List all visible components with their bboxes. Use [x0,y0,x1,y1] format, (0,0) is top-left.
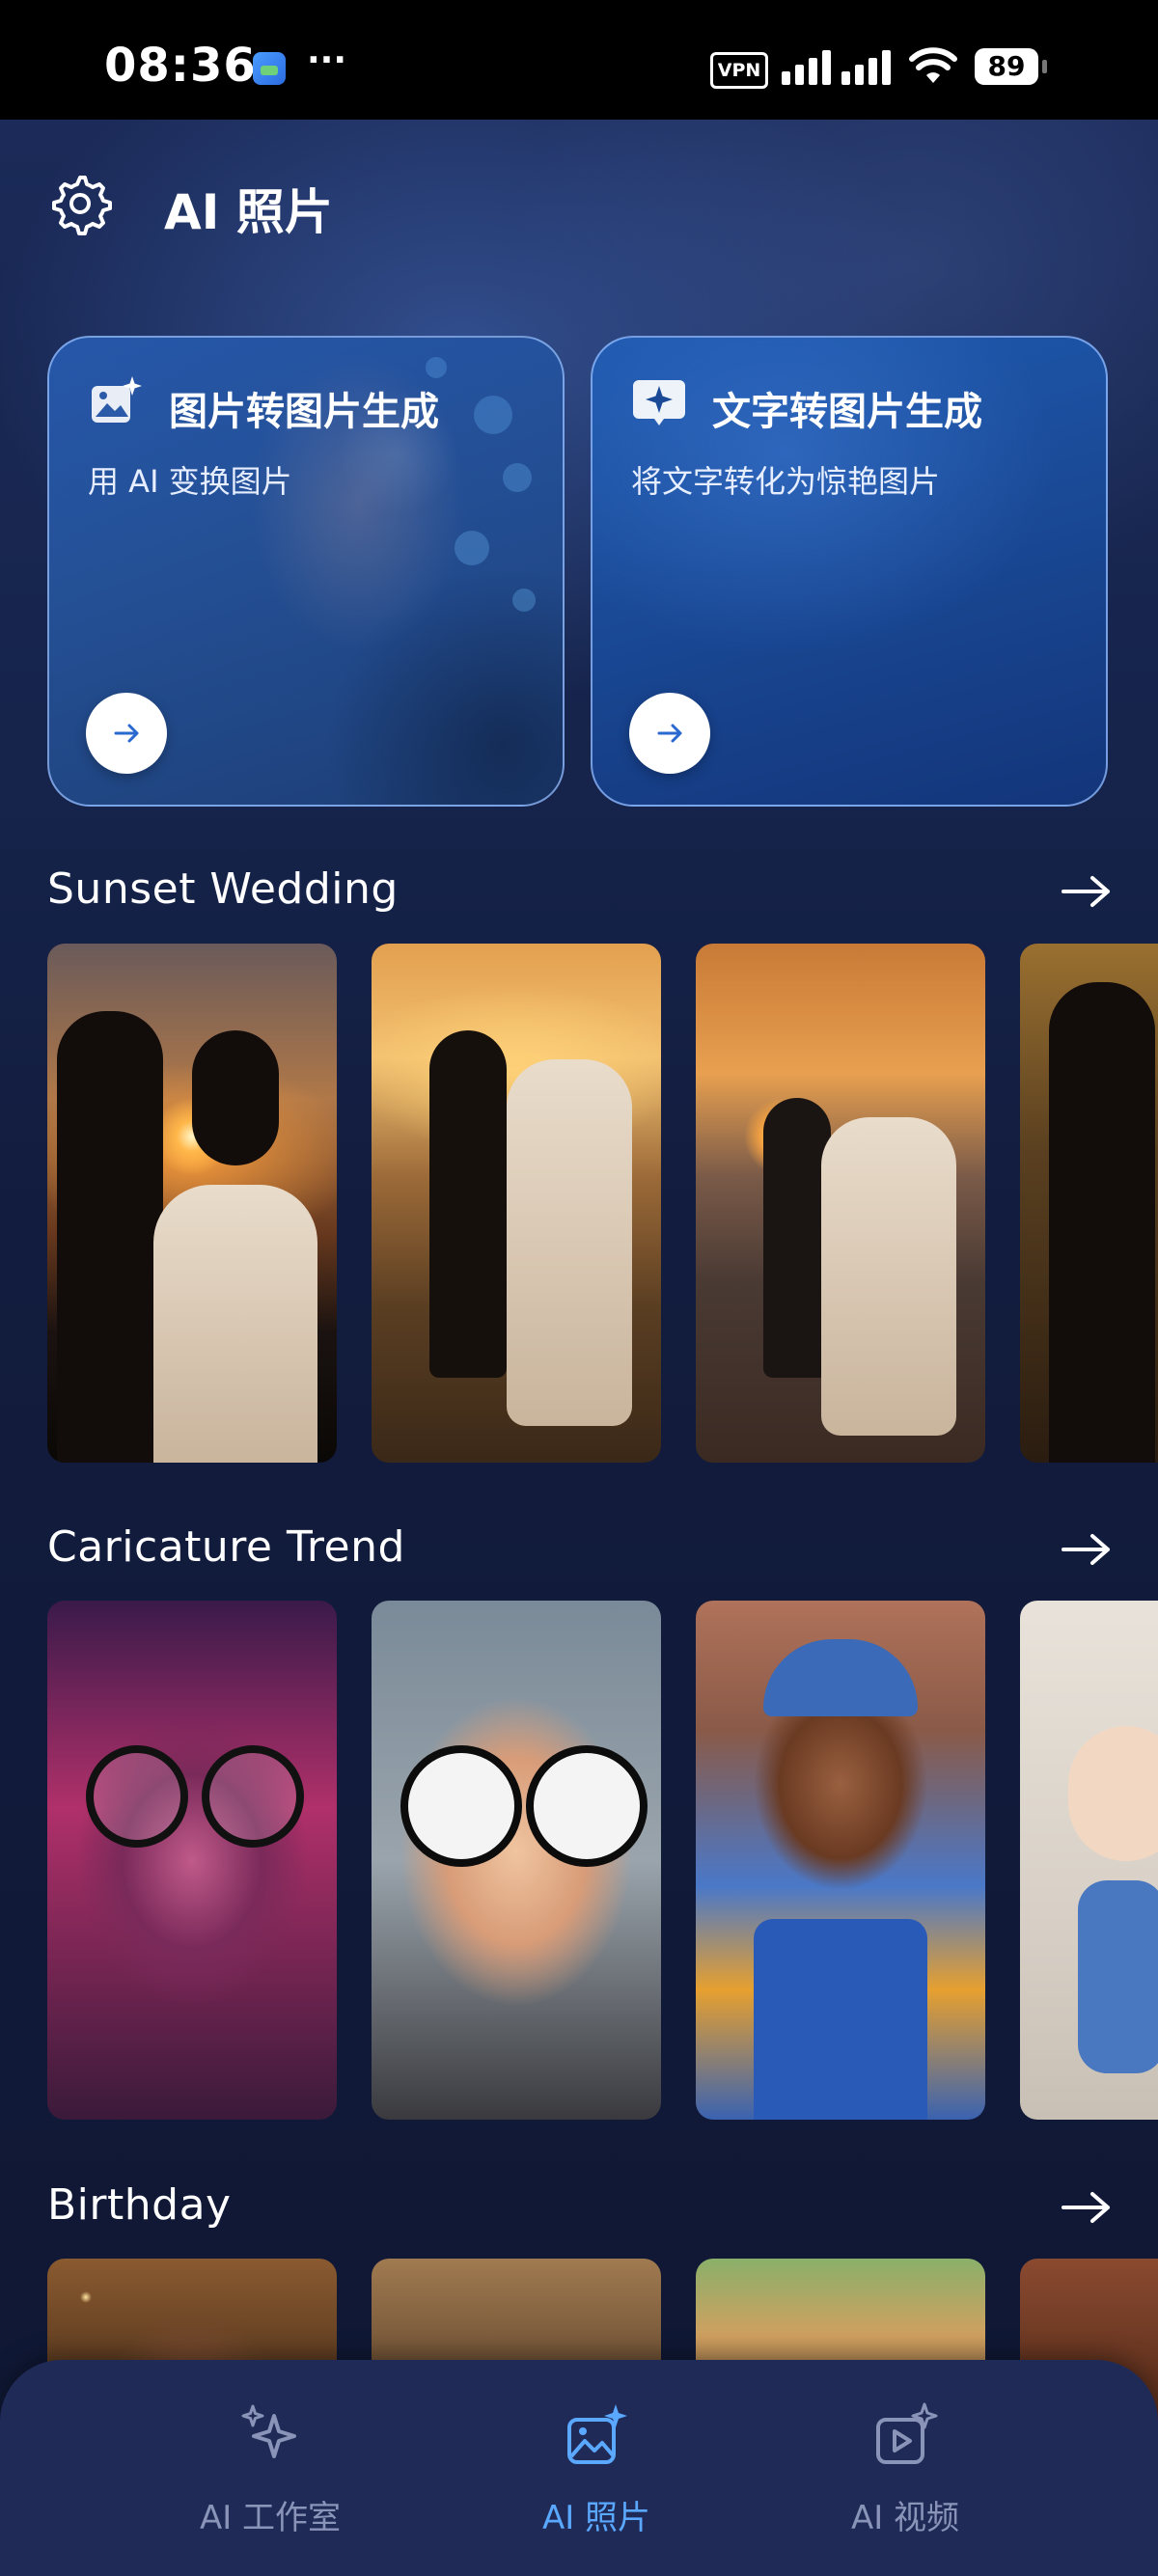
nav-item-ai-photo[interactable]: AI 照片 [452,2360,741,2576]
page-title: AI 照片 [164,184,333,240]
nav-label: AI 视频 [850,2499,960,2537]
arrow-right-icon [114,724,139,743]
template-tile[interactable] [1020,944,1158,1463]
wedding-dress [153,1185,317,1463]
arrow-right-icon[interactable] [1062,1530,1112,1569]
status-bar: 08:36 ··· VPN 89 [0,0,1158,120]
card-go-button[interactable] [86,693,167,774]
glasses-lens [202,1745,304,1848]
template-tile[interactable] [1020,1601,1158,2120]
arrow-right-icon[interactable] [1062,872,1112,911]
template-tile[interactable] [47,944,337,1463]
nav-label: AI 工作室 [199,2499,342,2537]
groom-silhouette [1049,982,1155,1463]
bride-silhouette [192,1030,279,1165]
section-title-birthday: Birthday [47,2180,232,2230]
nav-item-ai-video[interactable]: AI 视频 [760,2360,1050,2576]
section-title-sunset-wedding: Sunset Wedding [47,864,399,914]
battery-icon: 89 [975,48,1038,85]
vpn-icon: VPN [710,52,768,89]
nav-label: AI 照片 [541,2499,651,2537]
app-notification-icon [253,52,286,85]
card-title: 图片转图片生成 [169,390,439,434]
arrow-right-icon [657,724,682,743]
status-time: 08:36 [104,39,257,93]
image-to-image-card[interactable]: 图片转图片生成 用 AI 变换图片 [47,336,565,807]
template-tile[interactable] [372,1601,661,2120]
more-notifications-indicator: ··· [307,41,347,80]
template-tile[interactable] [696,944,985,1463]
wedding-dress [821,1117,956,1436]
section-title-caricature-trend: Caricature Trend [47,1522,405,1572]
sparkles-icon [241,2404,296,2458]
card-subtitle: 用 AI 变换图片 [88,463,292,500]
wedding-dress [507,1059,632,1426]
card-go-button[interactable] [629,693,710,774]
text-to-image-card[interactable]: 文字转图片生成 将文字转化为惊艳图片 [591,336,1108,807]
video-sparkle-icon [876,2402,938,2464]
template-tile[interactable] [47,1601,337,2120]
overalls [754,1919,927,2120]
nav-item-ai-studio[interactable]: AI 工作室 [125,2360,415,2576]
glasses-lens [86,1745,188,1848]
image-sparkle-icon [567,2404,627,2464]
groom-silhouette [429,1030,507,1378]
template-tile[interactable] [372,944,661,1463]
clay-figure-body [1078,1880,1158,2073]
signal-icon [782,50,891,85]
glasses-lens [400,1745,522,1867]
wifi-icon [909,47,957,83]
gear-icon[interactable] [48,172,112,235]
bottom-nav: AI 工作室 AI 照片 AI 视频 [0,2360,1158,2576]
card-title: 文字转图片生成 [712,390,982,434]
image-sparkle-icon [92,376,142,423]
clay-figure-head [1068,1726,1158,1861]
glasses-lens [526,1745,648,1867]
card-subtitle: 将文字转化为惊艳图片 [631,463,941,500]
chat-sparkle-icon [633,380,685,425]
cap [763,1639,918,1716]
battery-tip [1042,60,1047,73]
template-tile[interactable] [696,1601,985,2120]
groom-silhouette [57,1011,163,1463]
arrow-right-icon[interactable] [1062,2188,1112,2227]
